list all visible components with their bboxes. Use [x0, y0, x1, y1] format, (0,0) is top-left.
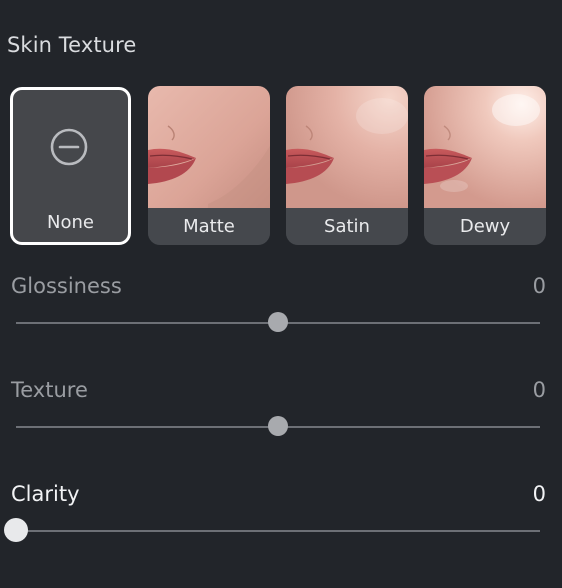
- skin-texture-panel: Skin Texture None Matte Satin Dewy Gloss…: [0, 0, 562, 588]
- clarity-value: 0: [532, 482, 546, 506]
- preset-label: Dewy: [424, 208, 546, 245]
- clarity-slider-thumb[interactable]: [4, 518, 28, 542]
- clarity-slider-track[interactable]: [16, 530, 540, 532]
- preset-label: Matte: [148, 208, 270, 245]
- matte-skin-thumbnail: [148, 86, 270, 208]
- preset-none[interactable]: None: [10, 87, 131, 245]
- texture-value: 0: [532, 378, 546, 402]
- preset-label: None: [47, 212, 94, 233]
- dewy-skin-thumbnail: [424, 86, 546, 208]
- texture-slider-thumb[interactable]: [268, 416, 288, 436]
- preset-dewy[interactable]: Dewy: [424, 86, 546, 245]
- preset-satin[interactable]: Satin: [286, 86, 408, 245]
- satin-skin-thumbnail: [286, 86, 408, 208]
- preset-label: Satin: [286, 208, 408, 245]
- glossiness-slider-thumb[interactable]: [268, 312, 288, 332]
- clarity-label: Clarity: [11, 482, 80, 506]
- preset-matte[interactable]: Matte: [148, 86, 270, 245]
- glossiness-label: Glossiness: [11, 274, 122, 298]
- section-title: Skin Texture: [7, 33, 137, 57]
- glossiness-value: 0: [532, 274, 546, 298]
- texture-label: Texture: [11, 378, 88, 402]
- minus-circle-icon: [50, 128, 88, 166]
